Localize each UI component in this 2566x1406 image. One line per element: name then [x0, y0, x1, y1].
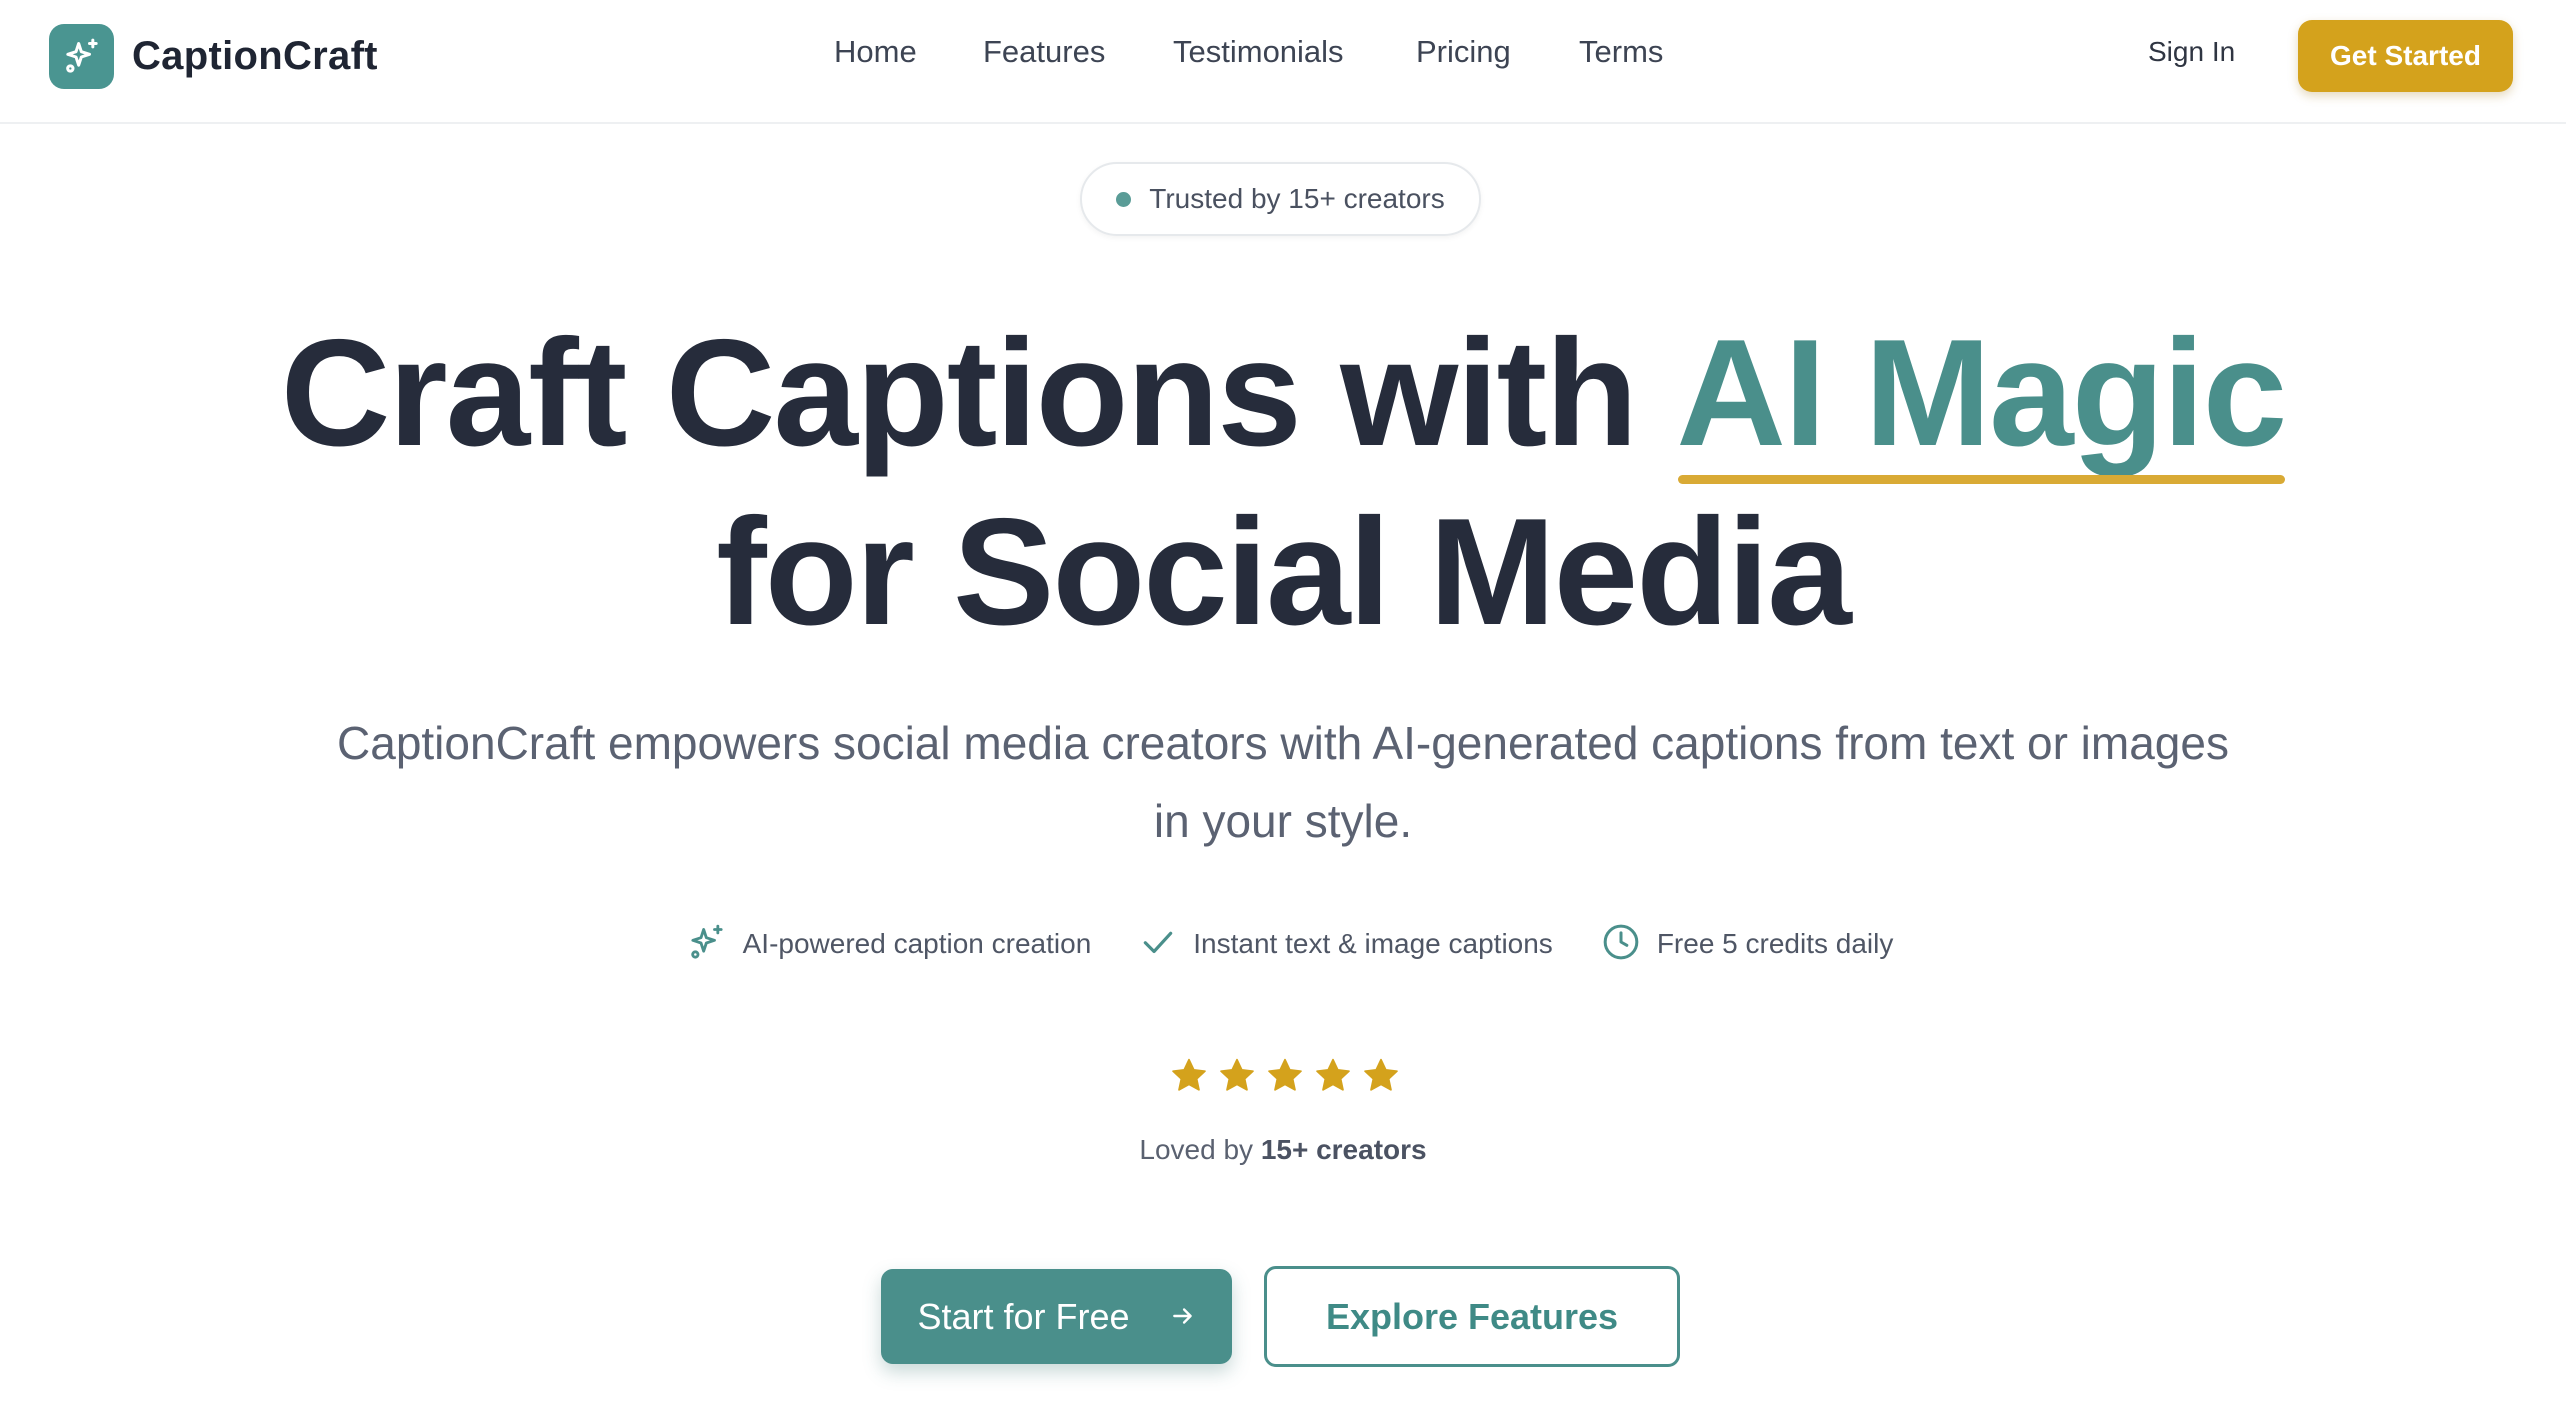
hero-headline-line1: Craft Captions with AI Magic — [0, 308, 2566, 484]
status-dot-icon — [1116, 191, 1132, 207]
feature-item: AI-powered caption creation — [687, 922, 1092, 967]
brand-name: CaptionCraft — [132, 33, 378, 78]
trust-badge: Trusted by 15+ creators — [1080, 162, 1481, 236]
nav-link-testimonials[interactable]: Testimonials — [1173, 34, 1344, 70]
loved-by-text: Loved by 15+ creators — [0, 1134, 2566, 1166]
star-icon — [1220, 1058, 1254, 1091]
arrow-right-icon — [1170, 1296, 1196, 1338]
explore-features-button[interactable]: Explore Features — [1264, 1266, 1680, 1367]
nav-link-home[interactable]: Home — [834, 34, 917, 70]
loved-count: 15+ creators — [1260, 1134, 1427, 1165]
hero-headline-line2: for Social Media — [716, 487, 1852, 657]
rating-stars — [0, 1056, 2566, 1096]
feature-label: Free 5 credits daily — [1656, 928, 1894, 959]
headline-accent-text: AI Magic — [1676, 308, 2287, 478]
start-for-free-label: Start for Free — [917, 1295, 1130, 1337]
star-icon — [1316, 1058, 1350, 1091]
loved-prefix: Loved by — [1139, 1134, 1261, 1165]
feature-highlights: AI-powered caption creation Instant text… — [0, 920, 2566, 968]
start-for-free-button[interactable]: Start for Free — [881, 1269, 1232, 1364]
star-icon — [1172, 1058, 1206, 1091]
sign-in-link[interactable]: Sign In — [2148, 36, 2235, 68]
check-icon — [1139, 923, 1177, 966]
star-icon — [1268, 1058, 1302, 1091]
headline-accent: AI Magic — [1676, 308, 2287, 484]
nav-link-terms[interactable]: Terms — [1579, 34, 1663, 70]
accent-underline — [1678, 475, 2286, 484]
headline-text: Craft Captions with — [280, 308, 1677, 478]
hero-subheadline: CaptionCraft empowers social media creat… — [337, 717, 2229, 847]
feature-item: Free 5 credits daily — [1601, 922, 1894, 967]
sparkles-icon — [49, 23, 114, 89]
nav-link-pricing[interactable]: Pricing — [1416, 34, 1511, 70]
sparkles-icon — [687, 922, 727, 967]
feature-label: AI-powered caption creation — [742, 928, 1092, 959]
trust-badge-text: Trusted by 15+ creators — [1149, 183, 1445, 214]
site-header: CaptionCraft Home Features Testimonials … — [0, 0, 2566, 124]
star-icon — [1364, 1058, 1398, 1091]
clock-icon — [1601, 922, 1641, 967]
nav-link-features[interactable]: Features — [983, 34, 1105, 70]
get-started-button[interactable]: Get Started — [2298, 20, 2513, 92]
brand-logo-link[interactable]: CaptionCraft — [49, 23, 378, 89]
feature-item: Instant text & image captions — [1139, 923, 1553, 966]
landing-page: CaptionCraft Home Features Testimonials … — [0, 0, 2566, 1406]
feature-label: Instant text & image captions — [1193, 928, 1553, 959]
